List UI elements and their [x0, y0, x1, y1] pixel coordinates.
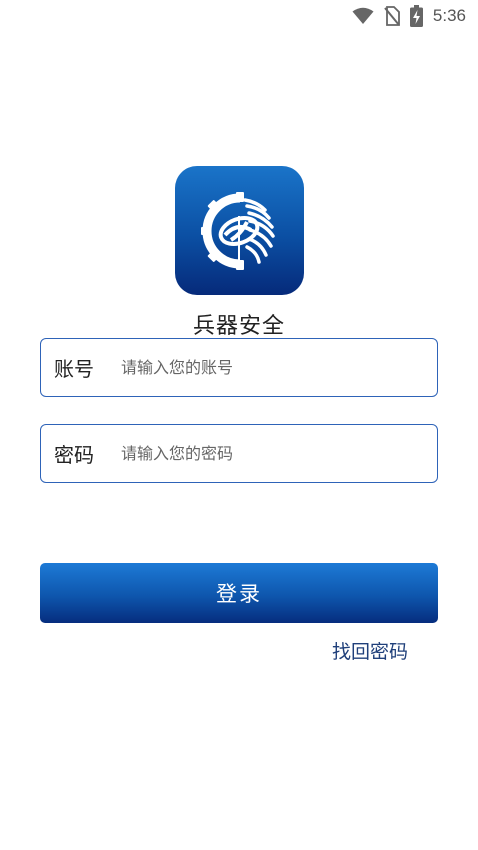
battery-charging-icon	[409, 5, 423, 27]
account-label: 账号	[54, 357, 94, 381]
password-input[interactable]	[121, 425, 437, 482]
app-logo	[175, 166, 304, 295]
login-screen: 5:36 兵器安全 账号 请输入您的账号 密码 登录 找回密码	[0, 0, 478, 850]
account-field[interactable]: 账号	[40, 338, 438, 397]
app-title: 兵器安全	[192, 314, 285, 338]
account-input[interactable]	[121, 339, 437, 396]
status-bar: 5:36	[0, 0, 478, 32]
status-time: 5:36	[432, 6, 466, 25]
no-sim-icon	[384, 6, 400, 26]
find-password-link[interactable]: 找回密码	[332, 637, 408, 664]
wifi-icon	[352, 7, 374, 25]
login-button[interactable]: 登录	[40, 563, 438, 623]
password-label: 密码	[54, 443, 94, 467]
password-field[interactable]: 密码	[40, 424, 438, 483]
gear-wheat-emblem-icon	[200, 191, 275, 270]
